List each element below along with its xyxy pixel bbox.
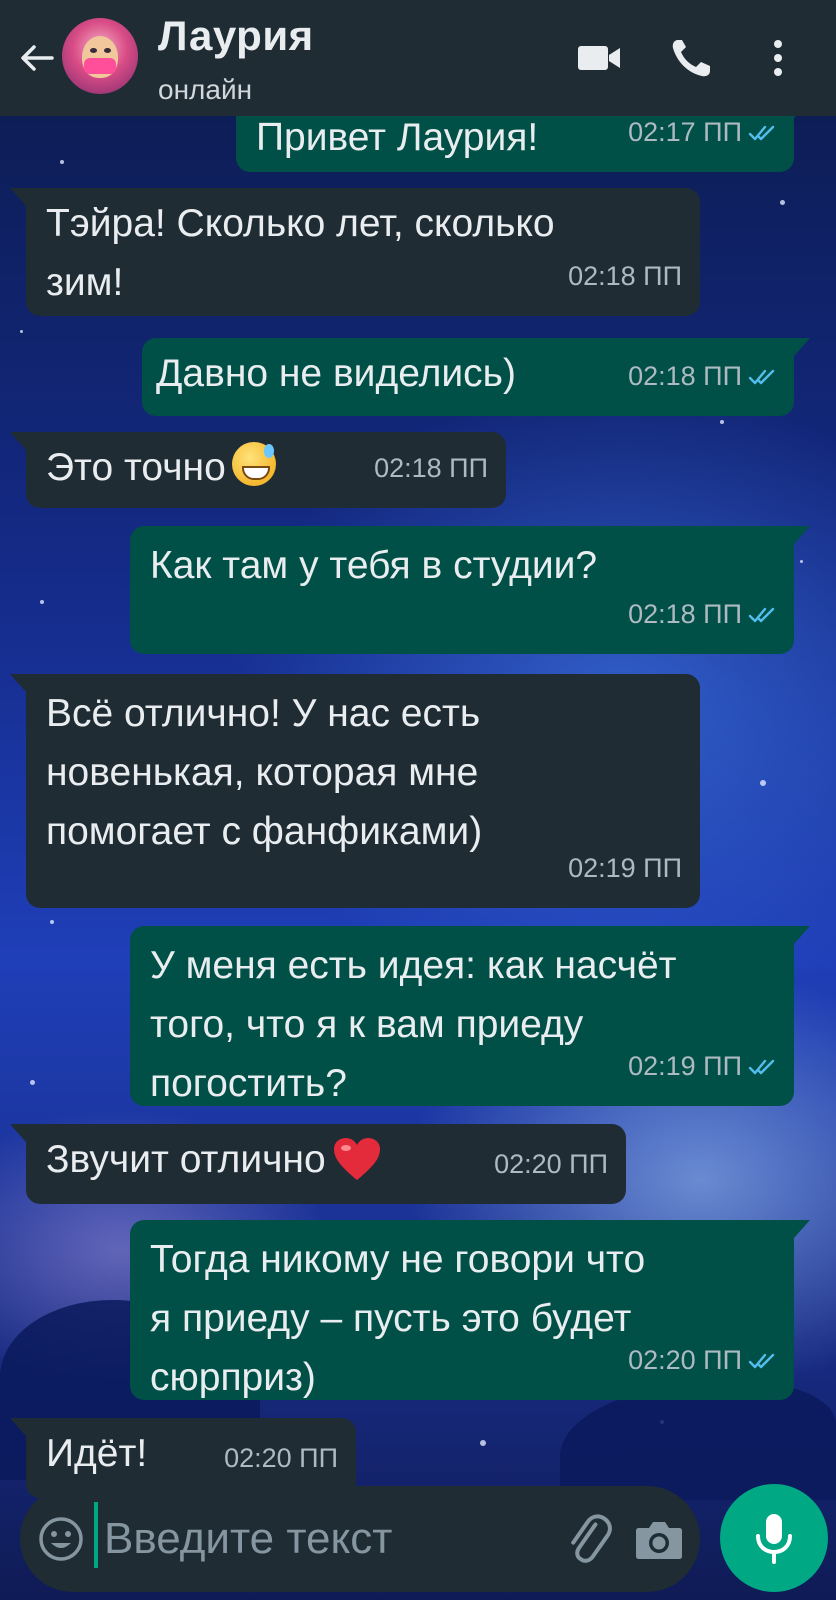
read-ticks-icon bbox=[748, 607, 775, 622]
red-heart-emoji bbox=[333, 1138, 380, 1180]
video-call-icon[interactable] bbox=[576, 36, 624, 80]
message-time: 02:19 ПП bbox=[568, 853, 682, 883]
message-input[interactable] bbox=[102, 1498, 546, 1580]
message-bubble[interactable]: Звучит отлично 02:20 ПП bbox=[10, 1124, 626, 1204]
message-text: Всё отлично! У нас есть новенькая, котор… bbox=[46, 692, 483, 853]
message-time: 02:20 ПП bbox=[494, 1149, 608, 1179]
message-bubble[interactable]: Тогда никому не говори что я приеду – пу… bbox=[130, 1220, 810, 1400]
message-meta: 02:19 ПП bbox=[628, 1037, 776, 1096]
read-ticks-icon bbox=[748, 1353, 775, 1368]
message-time: 02:20 ПП bbox=[628, 1345, 742, 1375]
microphone-icon bbox=[756, 1514, 792, 1564]
message-meta: 02:20 ПП bbox=[628, 1331, 776, 1390]
message-meta: 02:18 ПП bbox=[568, 247, 682, 306]
message-time: 02:20 ПП bbox=[224, 1443, 338, 1473]
message-meta: 02:20 ПП bbox=[224, 1429, 338, 1488]
message-meta: 02:18 ПП bbox=[628, 347, 776, 406]
grinning-sweat-emoji bbox=[231, 442, 276, 486]
message-time: 02:18 ПП bbox=[568, 261, 682, 291]
message-text: Звучит отлично bbox=[46, 1138, 326, 1181]
message-time: 02:19 ПП bbox=[628, 1051, 742, 1081]
voice-record-button[interactable] bbox=[720, 1484, 828, 1592]
contact-avatar[interactable] bbox=[62, 18, 138, 94]
back-arrow-icon[interactable] bbox=[16, 38, 56, 78]
message-bubble[interactable]: Это точно 02:18 ПП bbox=[10, 432, 506, 508]
message-bubble[interactable]: У меня есть идея: как насчёт того, что я… bbox=[130, 926, 810, 1106]
read-ticks-icon bbox=[748, 369, 775, 384]
message-meta: 02:19 ПП bbox=[568, 839, 682, 898]
message-bubble[interactable]: Как там у тебя в студии? 02:18 ПП bbox=[130, 526, 810, 654]
message-text: Это точно bbox=[46, 446, 226, 489]
message-time: 02:18 ПП bbox=[628, 599, 742, 629]
read-ticks-icon bbox=[748, 125, 775, 140]
message-composer bbox=[20, 1486, 700, 1592]
contact-name[interactable]: Лаурия bbox=[158, 12, 314, 60]
emoji-icon[interactable] bbox=[38, 1516, 84, 1562]
read-ticks-icon bbox=[748, 1059, 775, 1074]
message-meta: 02:20 ПП bbox=[494, 1135, 608, 1194]
contact-status: онлайн bbox=[158, 74, 253, 105]
message-meta: 02:18 ПП bbox=[374, 439, 488, 498]
phone-call-icon[interactable] bbox=[668, 36, 716, 80]
message-time: 02:18 ПП bbox=[628, 361, 742, 391]
message-bubble[interactable]: Тэйра! Сколько лет, сколько зим! 02:18 П… bbox=[10, 188, 700, 316]
message-meta: 02:18 ПП bbox=[628, 585, 776, 644]
message-bubble[interactable]: Давно не виделись) 02:18 ПП bbox=[142, 338, 810, 416]
more-options-icon[interactable] bbox=[766, 36, 790, 80]
message-time: 02:18 ПП bbox=[374, 453, 488, 483]
chat-header: Лаурия онлайн bbox=[0, 0, 836, 116]
camera-icon[interactable] bbox=[634, 1516, 684, 1562]
text-caret bbox=[94, 1502, 98, 1568]
message-bubble[interactable]: Всё отлично! У нас есть новенькая, котор… bbox=[10, 674, 700, 908]
paperclip-icon[interactable] bbox=[560, 1512, 616, 1568]
